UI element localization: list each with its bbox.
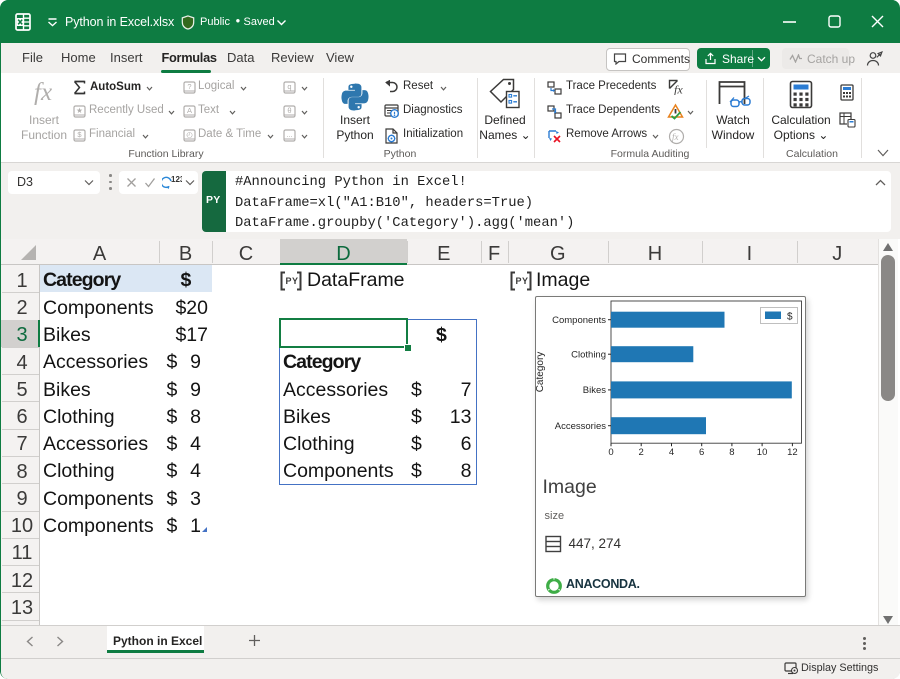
svg-text:$: $	[787, 312, 793, 323]
svg-text:fx: fx	[672, 132, 679, 142]
svg-text:Components: Components	[552, 315, 606, 326]
svg-text:★: ★	[76, 106, 83, 115]
svg-text:fx: fx	[34, 79, 52, 105]
svg-text:...: ...	[286, 130, 292, 139]
svg-text:PY: PY	[286, 276, 299, 286]
svg-text:Clothing: Clothing	[571, 349, 606, 360]
svg-text:12: 12	[787, 447, 798, 458]
svg-text:fx: fx	[674, 83, 683, 96]
svg-text:Accessories: Accessories	[555, 421, 606, 432]
svg-text:10: 10	[757, 447, 768, 458]
svg-text:6: 6	[699, 447, 704, 458]
svg-text:4: 4	[669, 447, 674, 458]
svg-text:2: 2	[639, 447, 644, 458]
svg-text:A: A	[187, 106, 192, 115]
svg-text:Category: Category	[535, 352, 546, 393]
svg-text:Bikes: Bikes	[583, 385, 606, 396]
svg-text:8: 8	[729, 447, 734, 458]
svg-text:?: ?	[187, 82, 191, 91]
svg-text:123: 123	[171, 175, 182, 184]
svg-text:$: $	[77, 130, 82, 139]
svg-text:q: q	[287, 82, 291, 91]
svg-text:◴: ◴	[186, 130, 193, 139]
svg-text:0: 0	[608, 447, 613, 458]
svg-text:θ: θ	[287, 106, 291, 115]
svg-text:PY: PY	[515, 276, 528, 286]
